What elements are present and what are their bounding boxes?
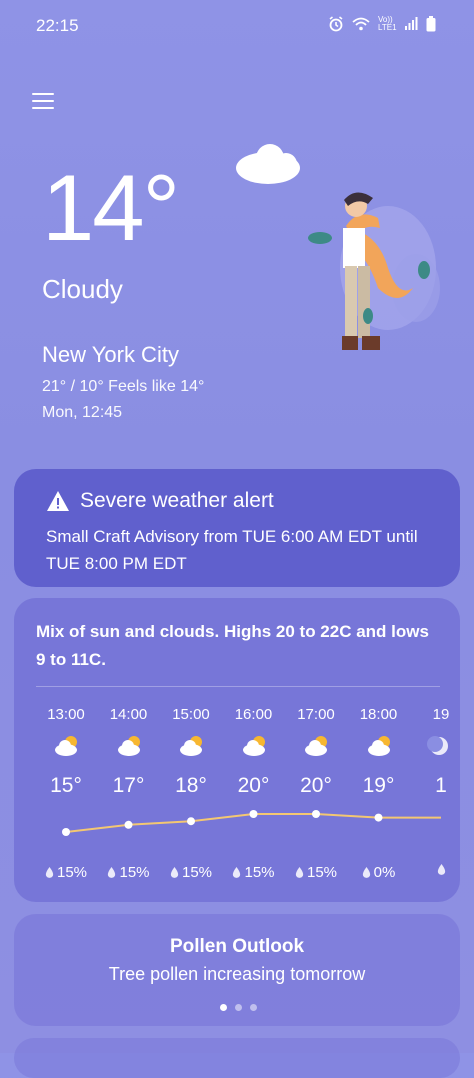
warning-icon	[47, 491, 69, 511]
updated-date-time: Mon, 12:45	[42, 404, 123, 421]
page-indicator[interactable]	[220, 1004, 257, 1011]
hour-precipitation: 0%	[349, 864, 409, 881]
hour-temperature: 20°	[300, 774, 332, 797]
page-dot[interactable]	[250, 1004, 257, 1011]
partly-cloudy-icon	[115, 734, 145, 758]
cloud-icon	[236, 144, 300, 184]
precipitation-value: 15%	[306, 864, 338, 881]
hour-time: 15:00	[172, 706, 210, 723]
hour-temperature: 20°	[237, 774, 270, 797]
pollen-title: Pollen Outlook	[169, 936, 305, 957]
temperature-trend-line	[62, 810, 441, 836]
hour-temperature: 1	[435, 774, 447, 797]
partly-cloudy-icon	[52, 734, 82, 758]
precipitation-value: 15%	[181, 864, 213, 881]
current-temperature: 14°	[42, 155, 180, 260]
raindrop-icon	[45, 866, 54, 878]
raindrop-icon	[233, 866, 241, 878]
current-condition: Cloudy	[42, 274, 123, 304]
trend-point	[249, 810, 258, 818]
hour-time: 18:00	[359, 706, 398, 723]
partly-cloudy-icon	[240, 734, 270, 758]
hour-time: 19	[432, 706, 450, 723]
wifi-icon	[352, 17, 370, 31]
next-card[interactable]	[14, 1038, 460, 1078]
hour-temperature: 17°	[112, 774, 145, 797]
precipitation-value: 15%	[56, 864, 88, 881]
alert-header: Severe weather alert	[46, 489, 274, 513]
menu-icon-bar	[32, 93, 54, 95]
trend-point	[187, 817, 195, 826]
hour-temperature: 18°	[175, 774, 207, 797]
moon-icon	[427, 734, 457, 758]
partly-cloudy-icon	[302, 734, 332, 758]
alarm-icon	[329, 16, 343, 32]
divider	[36, 686, 440, 687]
status-time: 22:15	[36, 16, 79, 35]
hour-time: 14:00	[109, 706, 148, 723]
hour-precipitation: 15%	[161, 864, 221, 881]
hour-time: 17:00	[297, 706, 335, 723]
raindrop-icon	[170, 866, 179, 878]
trend-point	[374, 813, 383, 822]
hour-temperature: 19°	[362, 774, 395, 797]
battery-icon	[426, 16, 436, 32]
page-dot[interactable]	[220, 1004, 227, 1011]
precipitation-value: 15%	[119, 864, 150, 881]
precipitation-value: 0%	[373, 864, 396, 881]
raindrop-icon	[295, 866, 304, 878]
hour-precipitation	[411, 864, 471, 876]
status-bar: 22:15 Vo)) LTE1	[0, 0, 474, 52]
forecast-summary: Mix of sun and clouds. Highs 20 to 22C a…	[36, 622, 429, 669]
trend-point	[312, 810, 320, 818]
hour-precipitation: 15%	[224, 864, 284, 881]
trend-point	[124, 820, 133, 829]
page-dot[interactable]	[235, 1004, 242, 1011]
partly-cloudy-icon	[177, 734, 207, 758]
city-name[interactable]: New York City	[42, 342, 179, 368]
hour-temperature: 15°	[50, 774, 82, 797]
pollen-description: Tree pollen increasing tomorrow	[108, 964, 366, 984]
hour-precipitation: 15%	[36, 864, 96, 881]
cloudy-person-illustration	[236, 144, 440, 350]
raindrop-icon	[362, 866, 370, 878]
hi-lo-feels-like: 21° / 10° Feels like 14°	[42, 378, 205, 395]
hour-precipitation: 15%	[99, 864, 159, 881]
severe-weather-alert-card[interactable]: Severe weather alert Small Craft Advisor…	[14, 469, 460, 587]
hour-precipitation: 15%	[286, 864, 346, 881]
partly-cloudy-icon	[365, 734, 395, 758]
status-icons: Vo)) LTE1	[328, 16, 436, 32]
menu-icon-bar	[32, 107, 54, 109]
raindrop-icon	[437, 864, 445, 875]
precipitation-value: 15%	[244, 864, 275, 881]
trend-point	[62, 828, 70, 836]
alert-description: Small Craft Advisory from TUE 6:00 AM ED…	[46, 527, 418, 573]
network-type-label: Vo)) LTE1	[378, 15, 397, 32]
pollen-outlook-card[interactable]: Pollen Outlook Tree pollen increasing to…	[14, 914, 460, 1026]
menu-button[interactable]	[30, 88, 56, 114]
raindrop-icon	[108, 866, 116, 878]
menu-icon-bar	[32, 100, 54, 102]
alert-title: Severe weather alert	[80, 489, 274, 512]
signal-icon	[405, 17, 418, 30]
hour-time: 13:00	[47, 706, 85, 723]
hourly-forecast-list[interactable]: 13:00 15° 15% 14:00 17° 15% 15:00 18° 15% 16:00 20…	[0, 698, 474, 898]
hour-time: 16:00	[234, 706, 273, 723]
